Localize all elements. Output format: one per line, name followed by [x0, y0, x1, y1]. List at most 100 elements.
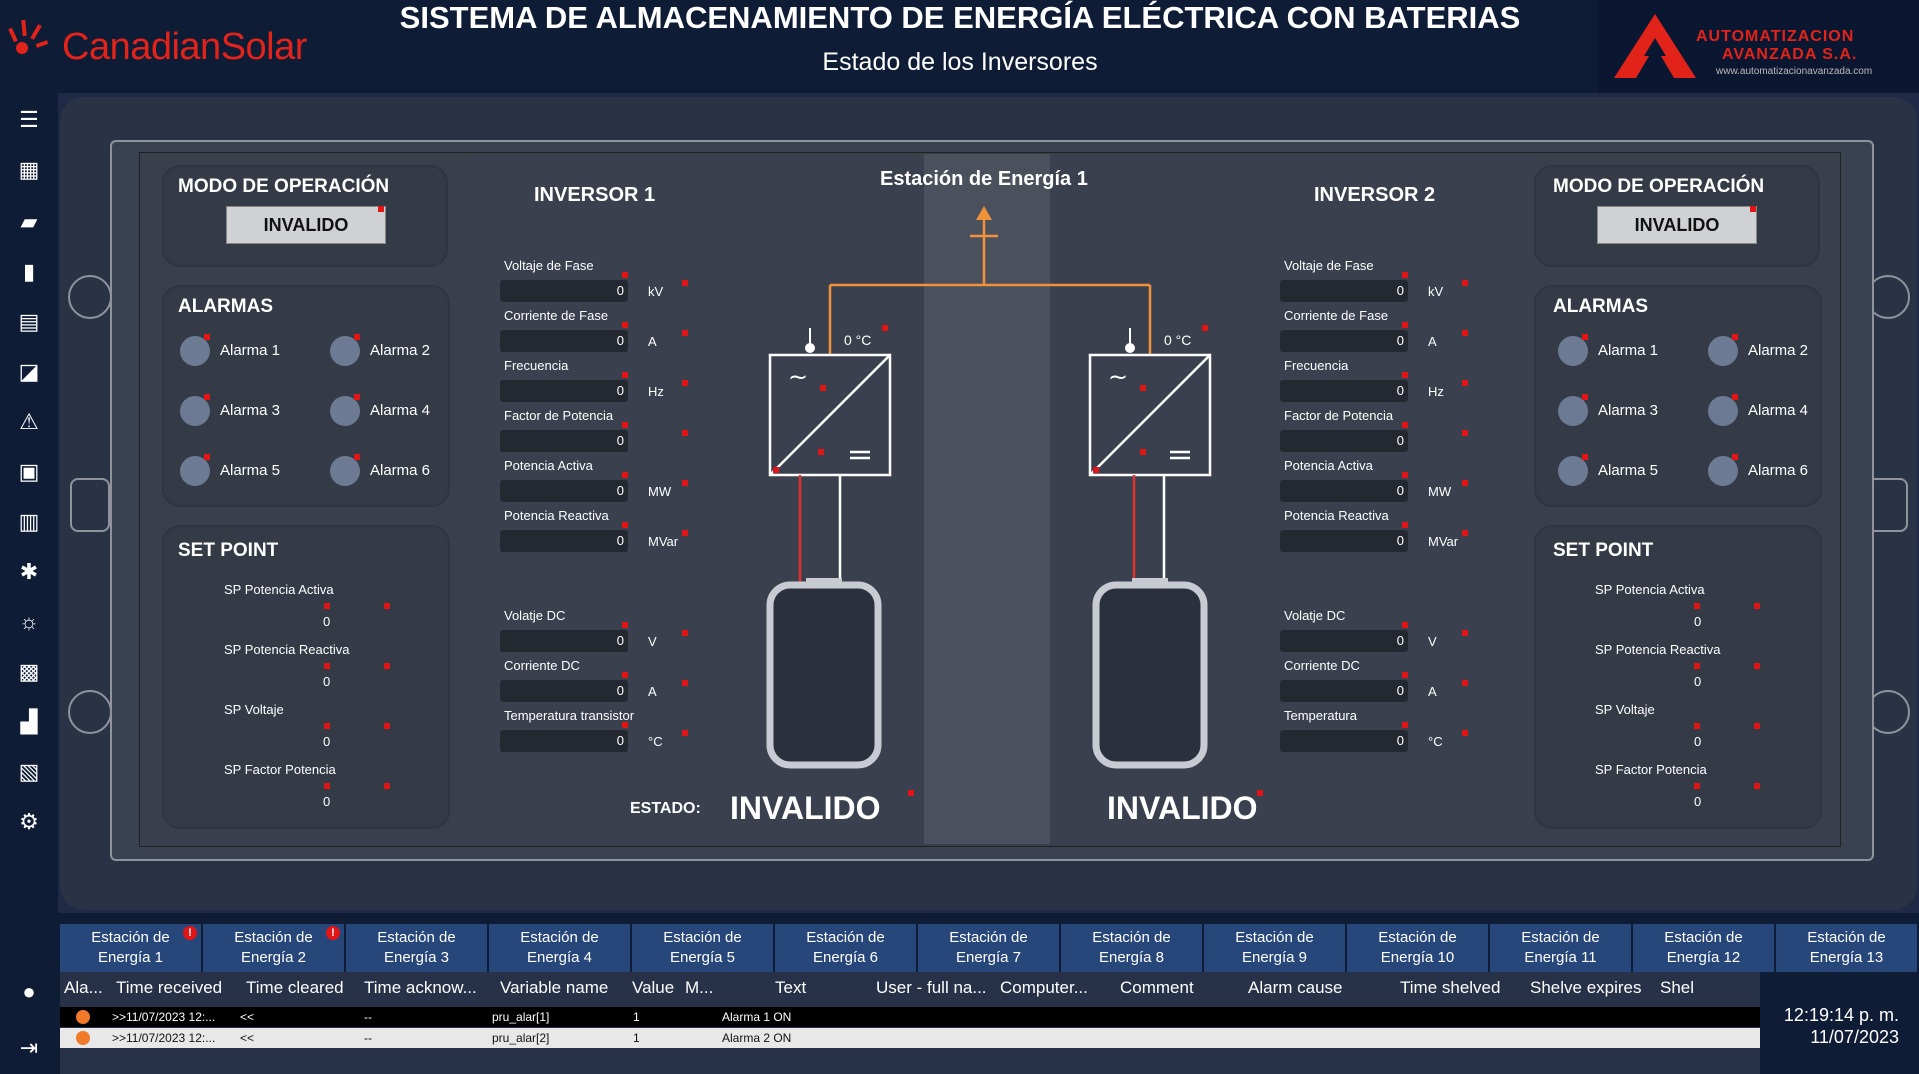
column-header[interactable]: Time shelved: [1400, 978, 1528, 998]
table-cell: <<: [240, 1010, 255, 1024]
column-header[interactable]: Variable name: [500, 978, 628, 998]
alarm-indicator[interactable]: Alarma 2: [1708, 334, 1858, 370]
variable-label: Frecuencia: [504, 358, 569, 373]
variable-unit: Hz: [1428, 384, 1444, 399]
variable-value: 0: [1396, 333, 1404, 348]
wind-turbine-icon[interactable]: ✱: [14, 557, 44, 587]
tab-label: Estación de: [663, 929, 742, 946]
alarm-indicator[interactable]: Alarma 4: [1708, 394, 1858, 430]
chart-icon[interactable]: ◪: [14, 357, 44, 387]
status-indicator: [378, 206, 384, 212]
table-row[interactable]: >>11/07/2023 12:... << -- pru_alar[1] 1 Alarm…: [60, 1007, 1760, 1027]
alarm-indicator[interactable]: Alarma 1: [1558, 334, 1708, 370]
alarm-indicator[interactable]: Alarma 5: [1558, 454, 1708, 490]
variable-label: Voltaje de Fase: [504, 258, 594, 273]
alert-badge: !: [183, 926, 197, 940]
column-header[interactable]: User - full na...: [876, 978, 996, 998]
alarm-indicator[interactable]: Alarma 6: [330, 454, 480, 490]
tab-station-10[interactable]: Estación de Energía 10: [1347, 924, 1488, 972]
alarm-indicator[interactable]: Alarma 5: [180, 454, 330, 490]
weather-icon[interactable]: ☼: [14, 607, 44, 637]
status-indicator: [1402, 322, 1408, 328]
tab-station-8[interactable]: Estación de Energía 8: [1061, 924, 1202, 972]
table-row[interactable]: >>11/07/2023 12:... << -- pru_alar[2] 1 Alarm…: [60, 1028, 1760, 1048]
setpoint-value[interactable]: 0: [323, 794, 330, 809]
setpoint-value[interactable]: 0: [1694, 614, 1701, 629]
column-header[interactable]: M...: [685, 978, 765, 998]
clipboard-icon[interactable]: ▣: [14, 457, 44, 487]
setpoint-value[interactable]: 0: [1694, 794, 1701, 809]
column-header[interactable]: Ala...: [64, 978, 112, 998]
alarm-icon[interactable]: ⚠: [14, 407, 44, 437]
status-indicator: [682, 530, 688, 536]
alarm-indicator[interactable]: Alarma 4: [330, 394, 480, 430]
column-header[interactable]: Time acknow...: [364, 978, 494, 998]
building-icon[interactable]: ▟: [14, 707, 44, 737]
column-header[interactable]: Value: [632, 978, 682, 998]
dashboard-icon[interactable]: ▦: [14, 155, 44, 185]
inverter-icon[interactable]: ▧: [14, 757, 44, 787]
setpoint-value[interactable]: 0: [1694, 674, 1701, 689]
column-header[interactable]: Computer...: [1000, 978, 1118, 998]
tab-station-1[interactable]: Estación de Energía 1!: [60, 924, 201, 972]
variable-label: Voltaje de Fase: [1284, 258, 1374, 273]
tab-station-3[interactable]: Estación de Energía 3: [346, 924, 487, 972]
column-header[interactable]: Text: [775, 978, 870, 998]
svg-text:~: ~: [788, 363, 808, 391]
tab-station-5[interactable]: Estación de Energía 5: [632, 924, 773, 972]
column-header[interactable]: Alarm cause: [1248, 978, 1398, 998]
variable-unit: V: [1428, 634, 1437, 649]
tab-station-4[interactable]: Estación de Energía 4: [489, 924, 630, 972]
tab-label: Estación de: [949, 929, 1028, 946]
tab-station-12[interactable]: Estación de Energía 12: [1633, 924, 1774, 972]
bar-chart-icon[interactable]: ▥: [14, 507, 44, 537]
status-indicator: [622, 672, 628, 678]
column-header[interactable]: Time received: [116, 978, 242, 998]
alarm-indicator[interactable]: Alarma 3: [1558, 394, 1708, 430]
tab-station-13[interactable]: Estación de Energía 13: [1776, 924, 1917, 972]
column-header[interactable]: Shel: [1660, 978, 1720, 998]
logout-icon[interactable]: ⇥: [14, 1033, 44, 1063]
tab-station-11[interactable]: Estación de Energía 11: [1490, 924, 1631, 972]
variable-value: 0: [1396, 633, 1404, 648]
table-cell: >>11/07/2023 12:...: [112, 1010, 216, 1024]
grid-icon[interactable]: ▩: [14, 657, 44, 687]
page-title: SISTEMA DE ALMACENAMIENTO DE ENERGÍA ELÉ…: [399, 0, 1521, 35]
setpoint-value[interactable]: 0: [323, 674, 330, 689]
setpoint-value[interactable]: 0: [323, 734, 330, 749]
list-icon[interactable]: ☰: [14, 105, 44, 135]
mode-button-right[interactable]: INVALIDO: [1597, 206, 1757, 244]
tab-station-2[interactable]: Estación de Energía 2!: [203, 924, 344, 972]
variable-value-box: 0: [1280, 480, 1408, 502]
setpoint-value[interactable]: 0: [1694, 734, 1701, 749]
alarm-indicator[interactable]: Alarma 1: [180, 334, 330, 370]
tab-label: Energía 8: [1098, 949, 1165, 966]
alarm-active-icon: [76, 1010, 90, 1024]
solar-panel-icon[interactable]: ▤: [14, 307, 44, 337]
table-cell: pru_alar[1]: [492, 1010, 550, 1024]
tab-station-9[interactable]: Estación de Energía 9: [1204, 924, 1345, 972]
alarm-indicator[interactable]: Alarma 3: [180, 394, 330, 430]
setpoint-value[interactable]: 0: [323, 614, 330, 629]
power-meter-icon[interactable]: ▮: [14, 257, 44, 287]
alarm-indicator[interactable]: Alarma 2: [330, 334, 480, 370]
table-cell: pru_alar[2]: [492, 1031, 550, 1045]
variable-value-box: 0: [1280, 630, 1408, 652]
tab-station-7[interactable]: Estación de Energía 7: [918, 924, 1059, 972]
status-indicator: [1462, 630, 1468, 636]
column-header[interactable]: Comment: [1120, 978, 1240, 998]
status-indicator: [682, 280, 688, 286]
gear-icon[interactable]: ⚙: [14, 807, 44, 837]
variable-value: 0: [616, 633, 624, 648]
variable-value-box: 0: [1280, 730, 1408, 752]
setpoint-label: SP Factor Potencia: [1595, 762, 1707, 777]
column-header[interactable]: Time cleared: [246, 978, 360, 998]
battery-icon[interactable]: ▰: [14, 207, 44, 237]
column-header[interactable]: Shelve expires: [1530, 978, 1658, 998]
mode-button-left[interactable]: INVALIDO: [226, 206, 386, 244]
user-icon[interactable]: ●: [14, 977, 44, 1007]
variable-value-box: 0: [500, 380, 628, 402]
status-indicator: [1402, 422, 1408, 428]
tab-station-6[interactable]: Estación de Energía 6: [775, 924, 916, 972]
alarm-indicator[interactable]: Alarma 6: [1708, 454, 1858, 490]
